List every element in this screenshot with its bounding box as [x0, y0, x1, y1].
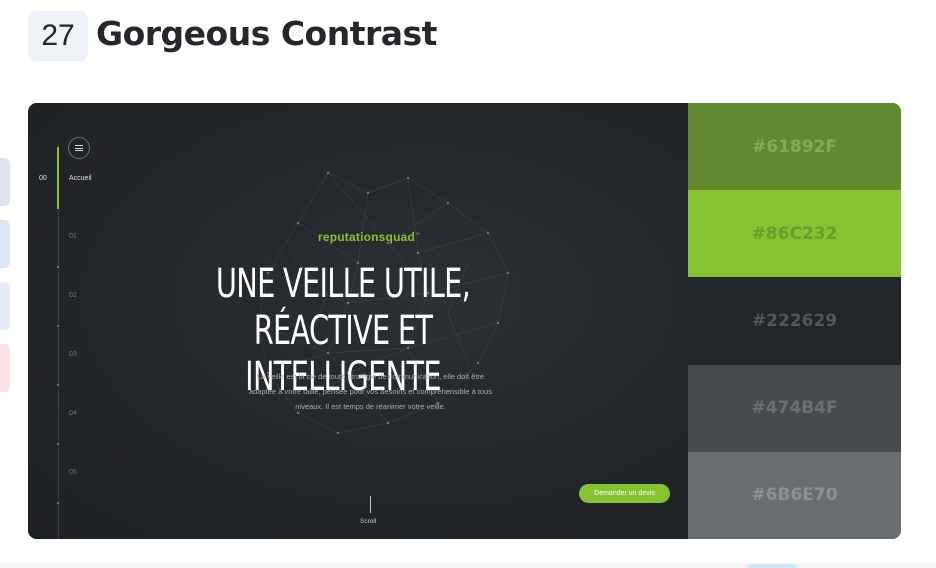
swatch-3[interactable]: #222629 [688, 277, 901, 365]
bottom-accent-tab [747, 564, 797, 568]
nav-dot [57, 443, 59, 445]
swatch-2[interactable]: #86C232 [688, 190, 901, 278]
item-number-badge: 27 [28, 11, 88, 61]
nav-dot [57, 266, 59, 268]
hamburger-icon [75, 145, 83, 151]
nav-item-04[interactable]: 04 [69, 410, 77, 417]
nav-active-indicator [57, 147, 59, 209]
brand-name: reputationsquad [318, 230, 416, 244]
swatch-hex: #222629 [751, 311, 838, 331]
edge-tab-4[interactable] [0, 344, 10, 392]
website-preview: 00 Accueil 01 02 03 04 05 reputationsqua… [28, 103, 688, 539]
nav-dot [57, 502, 59, 504]
nav-active-number: 00 [39, 175, 47, 182]
hero-description-line: niveaux. Il est temps de réanimer votre … [295, 402, 446, 411]
swatch-1[interactable]: #61892F [688, 103, 901, 191]
request-quote-button[interactable]: Demander un devis [579, 484, 670, 503]
brand-logo[interactable]: reputationsquad™ [318, 230, 420, 244]
hero-title-line-1: UNE VEILLE UTILE, [215, 261, 471, 307]
nav-item-05[interactable]: 05 [69, 469, 77, 476]
hero-description-line: adaptée à votre taille, pensée pour vos … [248, 387, 493, 396]
scroll-indicator-line [370, 496, 371, 513]
edge-tab-1[interactable] [0, 158, 10, 206]
edge-tab-3[interactable] [0, 282, 10, 330]
nav-dot [57, 384, 59, 386]
nav-dot [57, 325, 59, 327]
showcase-card: 00 Accueil 01 02 03 04 05 reputationsqua… [28, 103, 901, 539]
nav-item-03[interactable]: 03 [69, 351, 77, 358]
hero-description-line: La veille est la clé de toute stratégie … [256, 372, 485, 381]
hero-description: La veille est la clé de toute stratégie … [233, 369, 508, 414]
trademark-mark: ™ [415, 232, 421, 238]
color-palette: #61892F #86C232 #222629 #474B4F #6B6E70 [688, 103, 901, 539]
menu-button[interactable] [68, 137, 90, 159]
swatch-hex: #86C232 [751, 223, 838, 244]
nav-item-02[interactable]: 02 [69, 292, 77, 299]
edge-tab-2[interactable] [0, 220, 10, 268]
scroll-label[interactable]: Scroll [360, 518, 376, 525]
nav-item-01[interactable]: 01 [69, 233, 77, 240]
swatch-5[interactable]: #6B6E70 [688, 451, 901, 539]
swatch-hex: #61892F [752, 136, 837, 157]
page-title: Gorgeous Contrast [96, 14, 437, 53]
nav-item-accueil[interactable]: Accueil [69, 175, 92, 182]
swatch-hex: #6B6E70 [751, 485, 838, 506]
swatch-4[interactable]: #474B4F [688, 364, 901, 452]
swatch-hex: #474B4F [751, 398, 838, 419]
